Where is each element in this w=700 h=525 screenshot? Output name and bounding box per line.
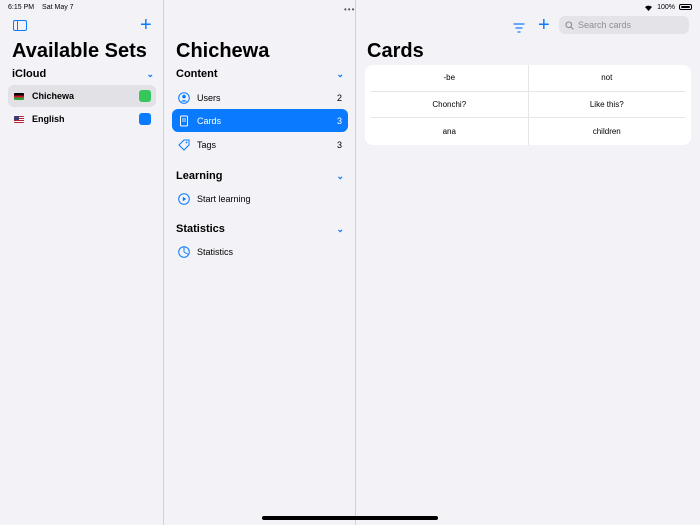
search-placeholder: Search cards [578,20,632,30]
chevron-down-icon[interactable]: ⌄ [336,171,344,182]
sets-title: Available Sets [12,40,147,62]
add-card-button[interactable]: + [538,15,550,35]
search-icon [565,20,574,30]
nav-item-count: 3 [336,139,342,150]
nav-item-label: Tags [197,139,217,150]
battery-icon [679,4,692,10]
nav-title: Chichewa [176,40,270,62]
nav-item-count: 2 [336,92,342,103]
chart-pie-icon [178,245,190,258]
person-circle-icon [178,91,190,104]
icloud-section-label: iCloud [12,68,47,80]
statistics-section-header: Statistics ⌄ [176,223,344,235]
card-back: Like this? [589,99,624,109]
card-front: -be [371,65,529,91]
status-time: 6:15 PM [8,3,35,11]
card-back: not [601,73,613,83]
malawi-flag-icon [14,92,24,100]
set-name: Chichewa [32,91,75,101]
cards-title: Cards [367,40,424,62]
learning-section-header: Learning ⌄ [176,170,344,182]
set-color-swatch [139,90,151,102]
section-label: Statistics [176,223,225,235]
content-section-header: Content ⌄ [176,68,344,80]
chevron-down-icon[interactable]: ⌄ [336,69,344,80]
battery-percent: 100% [657,3,675,11]
card-row[interactable]: Chonchi? Like this? [371,91,685,119]
wifi-icon [645,5,653,11]
card-icon [178,115,190,127]
set-color-swatch [139,113,151,125]
card-back: children [592,126,621,136]
nav-item-tags[interactable]: Tags 3 [172,133,348,156]
status-date: Sat May 7 [42,3,74,11]
card-front: ana [371,118,529,145]
nav-item-users[interactable]: Users 2 [172,86,348,109]
nav-item-count: 3 [336,115,342,126]
search-field[interactable]: Search cards [559,16,689,34]
filter-button[interactable] [513,20,525,38]
card-row[interactable]: -be not [371,65,685,92]
nav-item-label: Statistics [197,246,234,257]
set-row-english[interactable]: English [8,108,156,130]
set-row-chichewa[interactable]: Chichewa [8,85,156,107]
filter-icon [513,23,525,33]
add-set-button[interactable]: + [140,15,152,35]
nav-item-cards[interactable]: Cards 3 [172,109,348,132]
chevron-down-icon[interactable]: ⌄ [336,224,344,235]
us-flag-icon [14,115,24,123]
nav-item-statistics[interactable]: Statistics [172,240,348,263]
nav-item-start-learning[interactable]: Start learning [172,187,348,210]
chevron-down-icon[interactable]: ⌄ [146,69,154,80]
set-name: English [32,114,65,124]
cards-table: -be not Chonchi? Like this? ana children [365,65,691,145]
status-bar: 6:15 PM Sat May 7 100% [0,0,700,14]
section-label: Learning [176,170,223,182]
home-indicator[interactable] [262,516,438,520]
play-circle-icon [178,192,190,205]
nav-item-label: Users [197,92,221,103]
nav-item-label: Cards [197,115,222,126]
card-row[interactable]: ana children [371,118,685,145]
tag-icon [178,139,190,151]
card-front: Chonchi? [371,91,529,118]
sidebar-toggle-icon[interactable] [13,20,27,31]
section-label: Content [176,68,218,80]
nav-item-label: Start learning [197,193,251,204]
icloud-section-header: iCloud ⌄ [12,68,154,80]
